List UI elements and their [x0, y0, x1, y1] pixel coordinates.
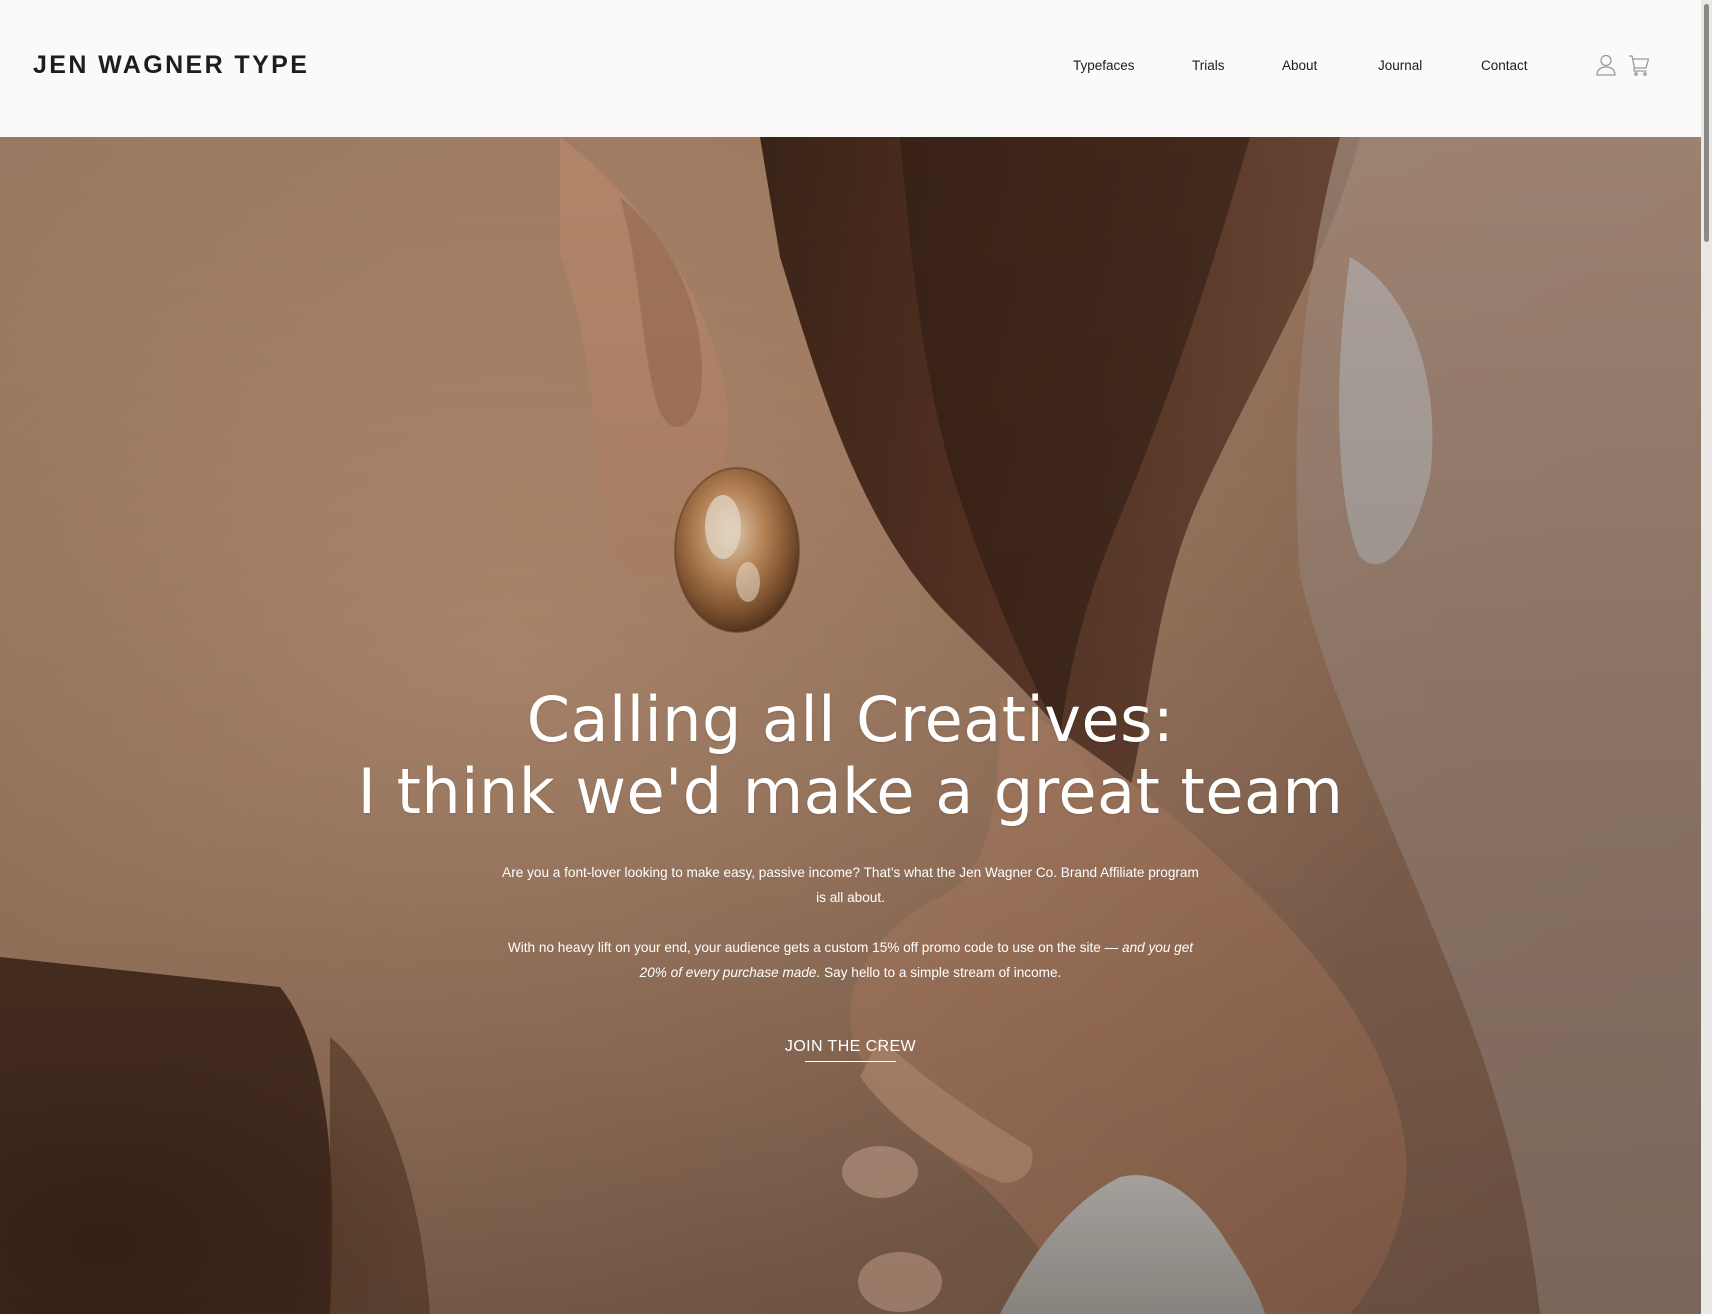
paragraph-2-tail: Say hello to a simple stream of income.: [824, 965, 1062, 980]
join-the-crew-button[interactable]: JOIN THE CREW: [785, 1038, 916, 1062]
page: JEN WAGNER TYPE Typefaces Trials About J…: [0, 0, 1712, 1314]
nav-trials[interactable]: Trials: [1192, 58, 1225, 73]
hero-paragraph-1: Are you a font-lover looking to make eas…: [502, 865, 1199, 905]
hero-headline-line2: I think we'd make a great team: [357, 755, 1344, 828]
site-header: JEN WAGNER TYPE Typefaces Trials About J…: [0, 0, 1701, 137]
cta-underline: [804, 1061, 897, 1062]
hero-section: Calling all Creatives: I think we'd make…: [0, 137, 1701, 1314]
hero-content: Calling all Creatives: I think we'd make…: [0, 137, 1701, 1314]
nav-journal[interactable]: Journal: [1378, 58, 1422, 73]
nav-typefaces[interactable]: Typefaces: [1073, 58, 1135, 73]
cart-icon[interactable]: [1628, 53, 1650, 77]
page-scrollbar[interactable]: [1701, 0, 1712, 1314]
nav-about[interactable]: About: [1282, 58, 1317, 73]
hero-paragraph-2: With no heavy lift on your end, your aud…: [500, 935, 1201, 985]
hero-headline-line1: Calling all Creatives:: [526, 683, 1175, 756]
paragraph-2-lead: With no heavy lift on your end, your aud…: [507, 940, 1119, 955]
user-icon[interactable]: [1595, 53, 1617, 77]
cta-wrapper: JOIN THE CREW: [0, 1038, 1701, 1062]
main-nav: Typefaces Trials About Journal Contact: [0, 58, 1701, 78]
scrollbar-thumb[interactable]: [1704, 4, 1709, 242]
cta-label: JOIN THE CREW: [784, 1038, 917, 1055]
nav-contact[interactable]: Contact: [1481, 58, 1528, 73]
